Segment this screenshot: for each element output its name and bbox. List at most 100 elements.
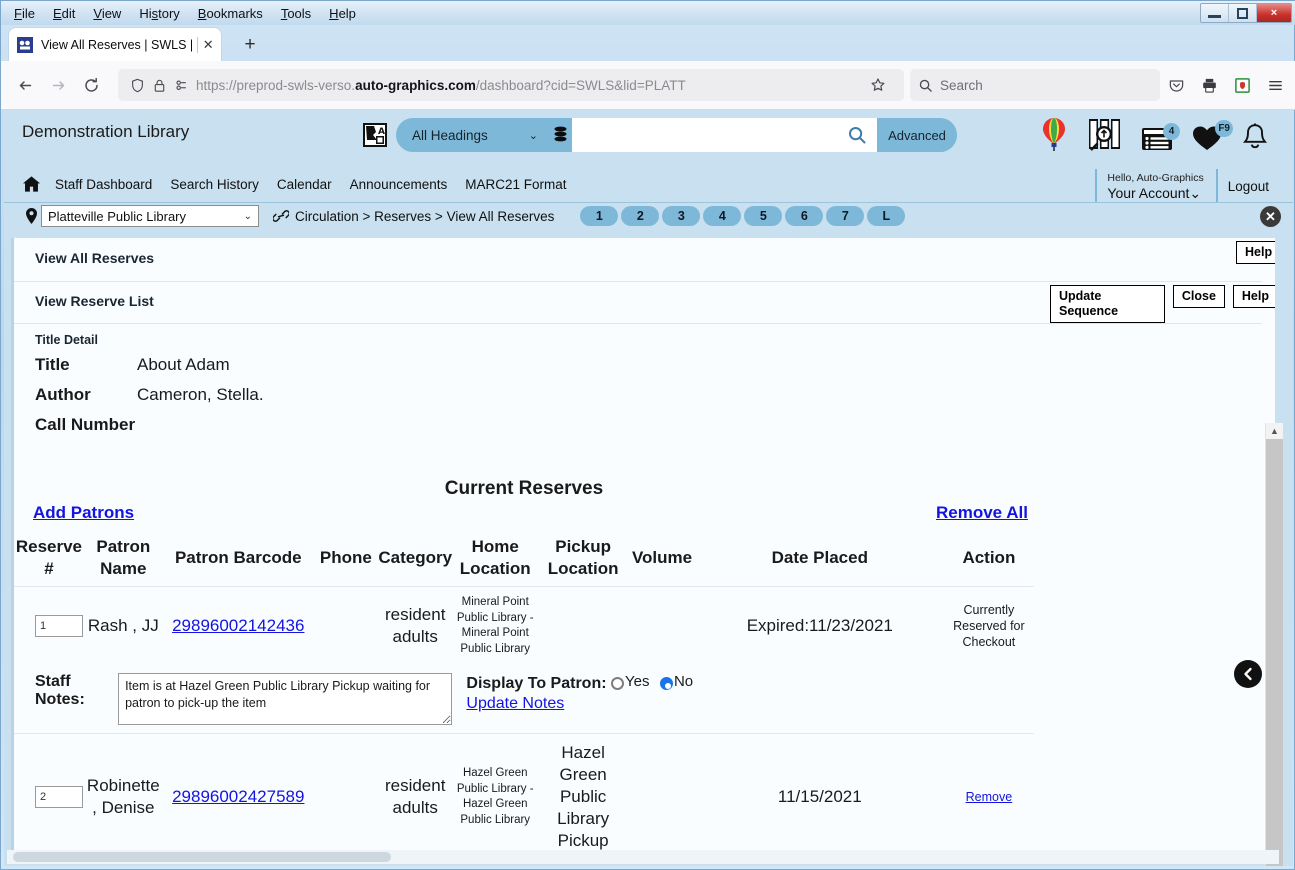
scroll-up-icon[interactable]: ▲ [1266,423,1283,439]
window-controls: × [1200,3,1292,23]
col-reserve-number: Reserve # [15,537,83,578]
col-patron-barcode: Patron Barcode [174,548,302,567]
heart-icon[interactable]: F9 [1191,120,1233,152]
maximize-button[interactable] [1229,4,1257,22]
sequence-input[interactable] [35,615,83,637]
nav-search-history[interactable]: Search History [170,177,259,192]
col-home-location: Home Location [459,537,531,578]
page-pill-5[interactable]: 5 [744,206,783,226]
heart-badge: F9 [1215,120,1233,137]
title-detail-key: Call Number [35,415,136,434]
page-pill-last[interactable]: L [867,206,906,226]
menu-view[interactable]: View [84,4,130,23]
cell-home-location: Mineral Point Public Library - Mineral P… [456,596,534,655]
menu-file[interactable]: File [5,4,44,23]
browser-toolbar-icons [1160,69,1295,102]
page-pill-2[interactable]: 2 [621,206,660,226]
back-icon[interactable] [9,69,42,102]
cell-home-location: Hazel Green Public Library - Hazel Green… [456,767,534,826]
pocket-icon[interactable] [1160,69,1193,102]
page-pill-7[interactable]: 7 [826,206,865,226]
search-records-icon[interactable] [1087,116,1123,152]
help-button-top[interactable]: Help [1236,241,1275,264]
patron-barcode-link[interactable]: 29896002142436 [163,616,314,636]
sequence-input[interactable] [35,786,83,808]
main-nav: Staff Dashboard Search History Calendar … [22,166,585,202]
cell-reserve-number [14,587,84,666]
minimize-button[interactable] [1201,4,1229,22]
search-icon[interactable] [837,118,877,152]
reload-icon[interactable] [75,69,108,102]
patron-barcode-link[interactable]: 29896002427589 [163,787,314,807]
menu-icon[interactable] [1259,69,1292,102]
bookmark-star-icon[interactable] [870,77,896,93]
library-select-value: Platteville Public Library [48,208,187,224]
menu-history[interactable]: History [130,4,188,23]
nav-announcements[interactable]: Announcements [350,177,448,192]
staff-notes-textarea[interactable] [118,673,453,725]
home-icon[interactable] [22,175,41,193]
list-icon[interactable]: 4 [1141,123,1180,152]
page-scrollbar-horizontal[interactable] [7,850,1279,864]
search-input[interactable] [572,119,837,151]
cell-reserve-number [14,734,84,859]
breadcrumb-bar: Platteville Public Library ⌄ Circulation… [4,202,1293,229]
update-notes-link[interactable]: Update Notes [466,695,564,713]
tab-close-icon[interactable]: ✕ [201,37,215,53]
remove-link[interactable]: Remove [944,790,1034,804]
scrollbar-thumb[interactable] [1266,439,1283,866]
hscrollbar-thumb[interactable] [13,852,391,862]
library-select[interactable]: Platteville Public Library ⌄ [41,205,259,227]
account-menu[interactable]: Hello, Auto-Graphics Your Account⌄ [1107,172,1203,201]
cell-phone [314,587,378,666]
display-yes-radio[interactable]: Yes [611,673,650,690]
divider-2 [14,323,1262,324]
account-label[interactable]: Your Account⌄ [1107,185,1203,201]
help-button[interactable]: Help [1232,285,1275,308]
page-pill-3[interactable]: 3 [662,206,701,226]
back-panel-button[interactable] [1234,660,1262,688]
url-bar[interactable]: https://preprod-swls-verso.auto-graphics… [118,69,904,101]
close-window-button[interactable]: × [1257,4,1291,22]
cell-phone [314,734,378,859]
balloon-icon[interactable] [1039,116,1069,152]
page-pill-4[interactable]: 4 [703,206,742,226]
search-scope-select[interactable]: All Headings ⌄ [396,118,548,152]
chevron-down-icon: ⌄ [1189,184,1202,201]
browser-search-placeholder: Search [940,77,983,93]
remove-all-link[interactable]: Remove All [936,503,1028,523]
menu-bookmarks[interactable]: Bookmarks [189,4,272,23]
display-no-radio[interactable]: No [659,673,693,690]
new-tab-button[interactable]: + [239,35,261,57]
bell-icon[interactable] [1241,122,1269,152]
browser-tab[interactable]: View All Reserves | SWLS | platt ✕ [9,28,221,61]
col-phone: Phone [319,548,372,567]
page-pill-6[interactable]: 6 [785,206,824,226]
menu-edit[interactable]: Edit [44,4,84,23]
shield-extension-icon[interactable] [1226,69,1259,102]
browser-search-bar[interactable]: Search [910,69,1160,101]
language-icon[interactable]: A [362,122,388,148]
nav-marc21-format[interactable]: MARC21 Format [465,177,566,192]
content-scrollbar-vertical[interactable]: ▲ [1265,423,1283,866]
print-icon[interactable] [1193,69,1226,102]
nav-calendar[interactable]: Calendar [277,177,332,192]
menu-help[interactable]: Help [320,4,365,23]
search-input-wrap [572,118,877,152]
url-suffix: /dashboard?cid=SWLS&lid=PLATT [475,77,686,93]
menu-tools[interactable]: Tools [272,4,320,23]
forward-icon[interactable] [42,69,75,102]
link-icon[interactable] [273,209,289,223]
table-row: Rash , JJ 29896002142436 resident adults… [14,586,1034,666]
add-patrons-link[interactable]: Add Patrons [33,503,134,523]
nav-staff-dashboard[interactable]: Staff Dashboard [55,177,152,192]
close-button[interactable]: Close [1172,285,1225,308]
advanced-search-button[interactable]: Advanced [877,118,957,152]
logout-link[interactable]: Logout [1228,179,1269,194]
shield-privacy-icon [126,78,148,93]
cell-patron-barcode: 29896002427589 [163,734,314,859]
close-icon[interactable]: ✕ [1260,206,1281,227]
database-icon[interactable] [548,126,572,144]
update-sequence-button[interactable]: Update Sequence [1050,285,1165,323]
page-pill-1[interactable]: 1 [580,206,619,226]
